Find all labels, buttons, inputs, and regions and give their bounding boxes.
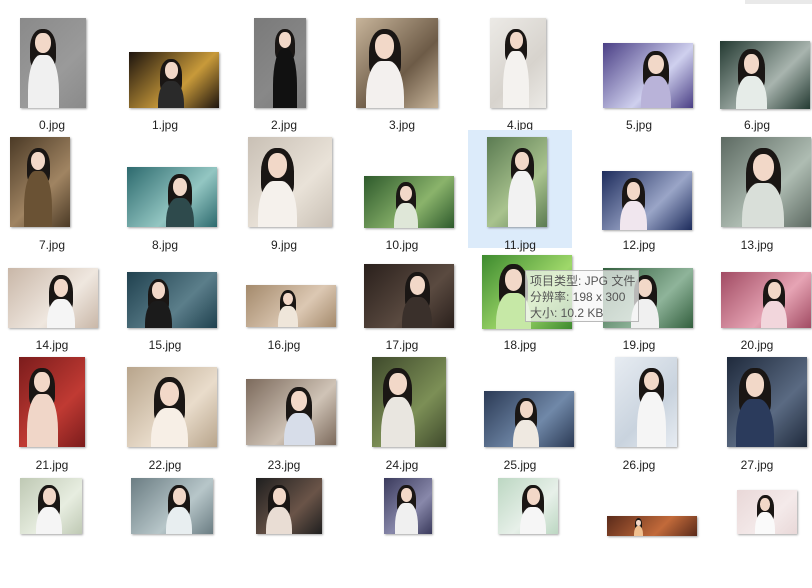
file-item[interactable]: 13.jpg [705, 130, 811, 252]
file-item[interactable] [705, 470, 809, 588]
image-thumbnail [727, 357, 807, 447]
file-item[interactable]: 5.jpg [587, 10, 693, 132]
tooltip-dimensions: 分辨率: 198 x 300 [530, 290, 626, 304]
image-thumbnail [256, 478, 322, 534]
file-item[interactable]: 22.jpg [113, 350, 217, 472]
image-thumbnail [248, 137, 332, 227]
file-item[interactable]: 2.jpg [232, 10, 336, 132]
file-item[interactable] [0, 470, 104, 588]
file-item[interactable]: 27.jpg [705, 350, 809, 472]
image-thumbnail [127, 167, 217, 227]
image-thumbnail [720, 41, 810, 109]
file-info-tooltip: 项目类型: JPG 文件 分辨率: 198 x 300 大小: 10.2 KB [525, 270, 639, 322]
file-item[interactable]: 4.jpg [468, 10, 572, 132]
image-thumbnail [737, 490, 797, 534]
image-thumbnail [721, 272, 811, 328]
file-item[interactable]: 10.jpg [350, 130, 454, 252]
tooltip-item-type: 项目类型: JPG 文件 [530, 274, 636, 288]
file-item[interactable]: 12.jpg [587, 130, 692, 252]
image-thumbnail [602, 171, 692, 230]
file-item[interactable]: 23.jpg [232, 350, 336, 472]
image-thumbnail [127, 367, 217, 447]
file-item[interactable]: 21.jpg [0, 350, 104, 472]
image-thumbnail [484, 391, 574, 447]
file-item[interactable]: 26.jpg [587, 350, 691, 472]
image-thumbnail [246, 379, 336, 445]
image-thumbnail [20, 478, 82, 534]
image-thumbnail [607, 516, 697, 536]
file-item[interactable] [113, 470, 217, 588]
image-thumbnail [8, 268, 98, 328]
file-item[interactable]: 24.jpg [350, 350, 454, 472]
image-thumbnail [129, 52, 219, 108]
image-thumbnail [356, 18, 438, 108]
image-thumbnail [364, 264, 454, 328]
file-item[interactable]: 8.jpg [113, 130, 217, 252]
image-thumbnail [721, 137, 811, 227]
file-item[interactable]: 25.jpg [468, 350, 574, 472]
image-thumbnail [20, 18, 86, 108]
tooltip-size: 大小: 10.2 KB [530, 306, 604, 320]
image-thumbnail [364, 176, 454, 228]
file-item[interactable]: 11.jpg [468, 130, 572, 252]
file-item[interactable]: 9.jpg [232, 130, 336, 252]
image-thumbnail [254, 18, 306, 108]
file-item[interactable]: 6.jpg [705, 10, 810, 132]
file-item[interactable] [468, 470, 572, 588]
image-thumbnail [19, 357, 85, 447]
file-item[interactable] [232, 470, 336, 588]
image-thumbnail [127, 272, 217, 328]
file-item[interactable]: 1.jpg [113, 10, 219, 132]
image-thumbnail [10, 137, 70, 227]
file-item[interactable]: 7.jpg [0, 130, 104, 252]
file-item[interactable] [587, 470, 697, 588]
image-thumbnail [131, 478, 213, 534]
file-grid: 0.jpg 1.jpg 2.jpg 3.jpg 4.jpg 5.jpg 6.jpg 7.jpg… [0, 0, 812, 536]
image-thumbnail [487, 137, 547, 227]
file-item[interactable]: 0.jpg [0, 10, 104, 132]
image-thumbnail [490, 18, 546, 108]
file-item[interactable]: 3.jpg [350, 10, 454, 132]
image-thumbnail [498, 478, 558, 534]
image-thumbnail [615, 357, 677, 447]
image-thumbnail [603, 43, 693, 108]
top-strip [745, 0, 812, 4]
image-thumbnail [246, 285, 336, 327]
file-item[interactable] [350, 470, 454, 588]
image-thumbnail [384, 478, 432, 534]
image-thumbnail [372, 357, 446, 447]
